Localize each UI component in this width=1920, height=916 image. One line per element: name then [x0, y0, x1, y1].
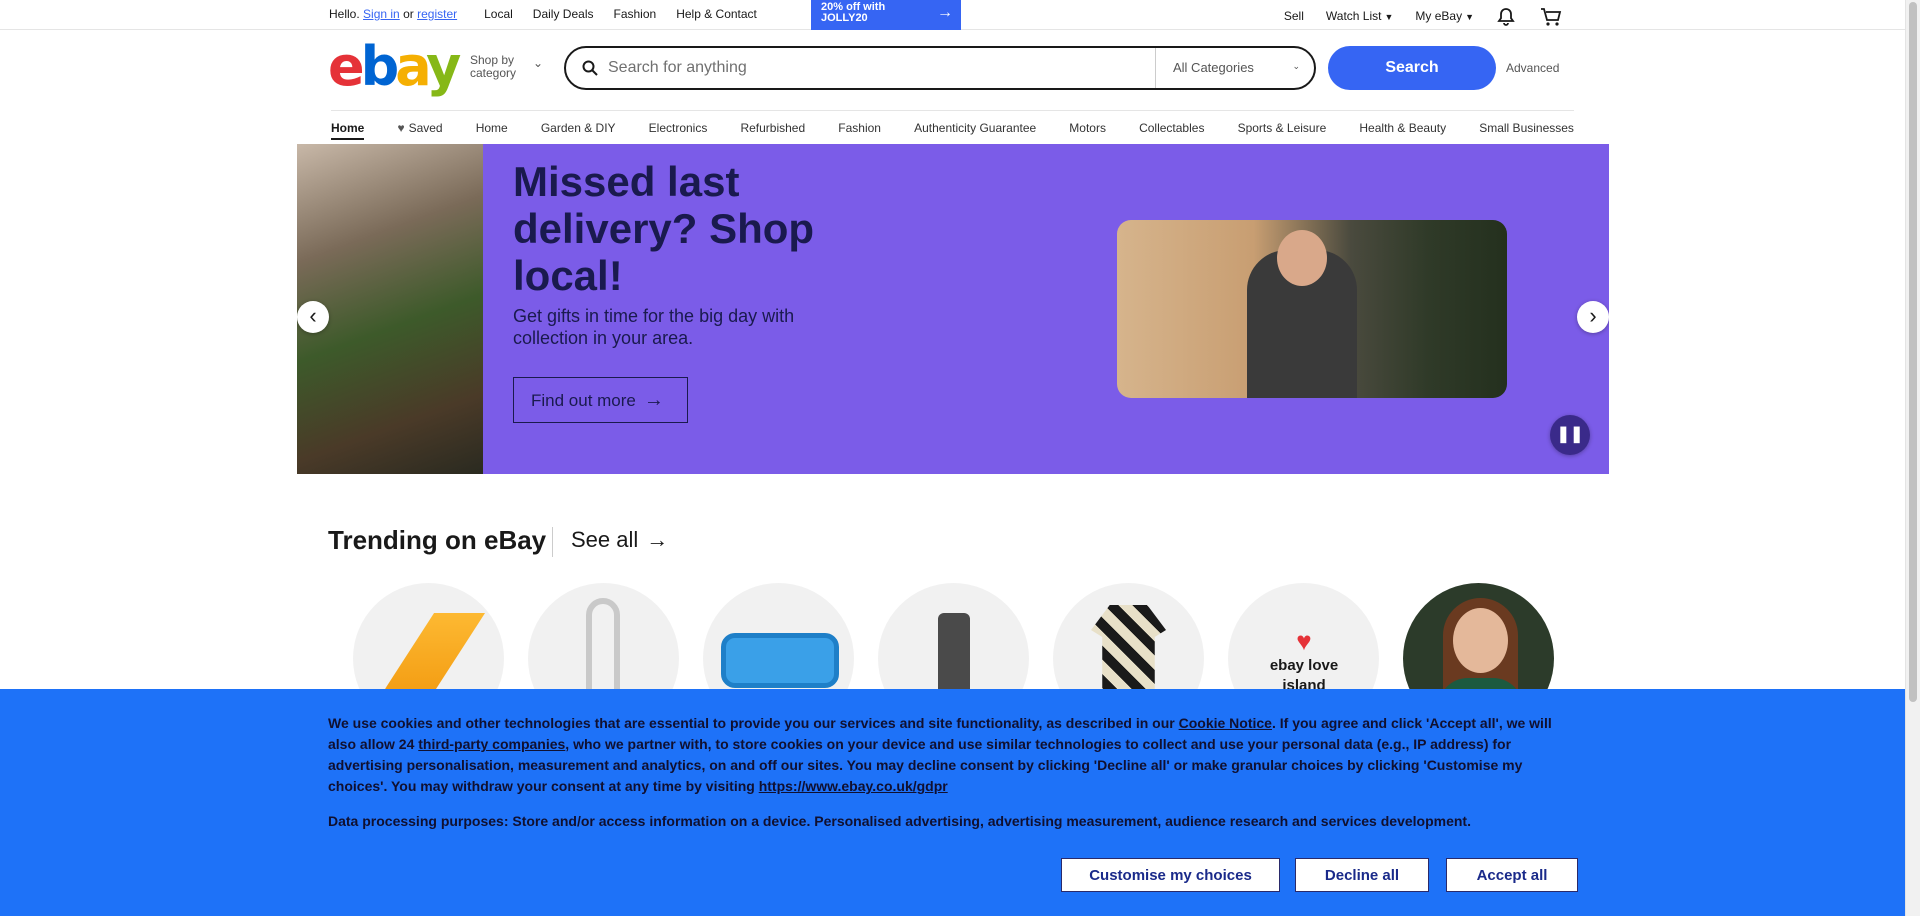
- search-input[interactable]: [608, 59, 1148, 77]
- heart-icon: ♥: [1296, 626, 1312, 656]
- nav-item-fashion[interactable]: Fashion: [838, 121, 881, 135]
- my-ebay-menu[interactable]: My eBay ▼: [1415, 9, 1474, 23]
- nav-item-small-businesses[interactable]: Small Businesses: [1479, 121, 1574, 135]
- nav-item-saved[interactable]: ♥ Saved: [397, 121, 442, 135]
- chevron-left-icon: ‹: [309, 303, 317, 328]
- watch-list-menu[interactable]: Watch List ▼: [1326, 9, 1394, 23]
- shop-by-category-button[interactable]: Shop by category ⌄: [470, 54, 543, 80]
- cookie-consent-banner: We use cookies and other technologies th…: [0, 689, 1905, 916]
- face-shape: [1453, 608, 1508, 673]
- data-processing-purposes: Data processing purposes: Store and/or a…: [328, 813, 1471, 829]
- search-bar: All Categories ⌄: [564, 46, 1316, 90]
- sign-in-link[interactable]: Sign in: [363, 7, 400, 21]
- gdpr-link[interactable]: https://www.ebay.co.uk/gdpr: [759, 778, 948, 794]
- nav-item-home-active[interactable]: Home: [331, 121, 365, 140]
- find-out-more-button[interactable]: Find out more →: [513, 377, 688, 423]
- top-utility-bar: Hello. Sign in or register Local Daily D…: [0, 0, 1905, 30]
- nav-item-refurbished[interactable]: Refurbished: [740, 121, 805, 135]
- daily-deals-link[interactable]: Daily Deals: [533, 7, 594, 21]
- topbar-right: Sell Watch List ▼ My eBay ▼: [1284, 7, 1562, 26]
- cart-icon[interactable]: [1540, 7, 1562, 26]
- chevron-down-icon: ⌄: [1292, 61, 1300, 71]
- search-icon: [582, 60, 598, 76]
- nav-item-home[interactable]: Home: [476, 121, 508, 135]
- decline-all-button[interactable]: Decline all: [1295, 858, 1429, 892]
- pause-icon: ❚❚: [1556, 426, 1584, 443]
- local-link[interactable]: Local: [484, 7, 513, 21]
- register-link[interactable]: register: [417, 7, 457, 21]
- third-party-companies-link[interactable]: third-party companies: [418, 736, 565, 752]
- trending-title: Trending on eBay: [328, 525, 547, 555]
- carousel-next-button[interactable]: ›: [1577, 301, 1609, 333]
- promo-banner[interactable]: 20% off with JOLLY20 →: [811, 0, 961, 30]
- nav-item-authenticity-guarantee[interactable]: Authenticity Guarantee: [914, 121, 1036, 135]
- nav-item-sports-leisure[interactable]: Sports & Leisure: [1238, 121, 1327, 135]
- nav-item-electronics[interactable]: Electronics: [649, 121, 708, 135]
- sell-link[interactable]: Sell: [1284, 9, 1304, 23]
- accept-all-button[interactable]: Accept all: [1446, 858, 1578, 892]
- topbar-left: Hello. Sign in or register Local Daily D…: [329, 7, 757, 21]
- see-all-link[interactable]: See all →: [552, 527, 668, 557]
- arrow-right-icon: →: [937, 4, 953, 21]
- customise-choices-button[interactable]: Customise my choices: [1061, 858, 1280, 892]
- advanced-search-link[interactable]: Advanced: [1506, 61, 1559, 75]
- cookie-text: We use cookies and other technologies th…: [328, 715, 1552, 794]
- love-island-logo: ♥ ebay love island: [1269, 626, 1339, 694]
- scrollbar-thumb[interactable]: [1909, 2, 1917, 702]
- chevron-down-icon: ▼: [1465, 12, 1474, 22]
- greeting: Hello. Sign in or register: [329, 7, 458, 21]
- chevron-down-icon: ⌄: [533, 56, 544, 70]
- hero-photo-woman-phone: [1117, 220, 1507, 398]
- hero-subtitle: Get gifts in time for the big day with c…: [513, 306, 795, 348]
- heart-icon: ♥: [397, 120, 405, 135]
- fashion-link[interactable]: Fashion: [613, 7, 656, 21]
- pool-image: [721, 633, 839, 688]
- arrow-right-icon: →: [646, 527, 669, 552]
- nav-item-garden-diy[interactable]: Garden & DIY: [541, 121, 616, 135]
- scrollbar[interactable]: [1905, 0, 1920, 916]
- topbar-nav: Local Daily Deals Fashion Help & Contact: [484, 7, 757, 21]
- carousel-prev-button[interactable]: ‹: [297, 301, 329, 333]
- chevron-down-icon: ▼: [1384, 12, 1394, 22]
- nav-item-motors[interactable]: Motors: [1069, 121, 1106, 135]
- chevron-right-icon: ›: [1589, 303, 1597, 328]
- hero-carousel: Missed last delivery? Shop local! Get gi…: [297, 144, 1609, 474]
- arrow-right-icon: →: [643, 389, 664, 411]
- category-nav: Home ♥ Saved Home Garden & DIY Electronic…: [331, 110, 1574, 144]
- ebay-logo[interactable]: ebay: [328, 40, 461, 94]
- help-contact-link[interactable]: Help & Contact: [676, 7, 757, 21]
- carousel-pause-button[interactable]: ❚❚: [1550, 415, 1590, 455]
- category-select[interactable]: All Categories ⌄: [1155, 48, 1314, 88]
- cookie-notice-link[interactable]: Cookie Notice: [1179, 715, 1272, 731]
- notification-bell-icon[interactable]: [1496, 7, 1518, 26]
- search-button[interactable]: Search: [1328, 46, 1496, 90]
- nav-item-collectables[interactable]: Collectables: [1139, 121, 1204, 135]
- person-head-shape: [1277, 230, 1327, 286]
- hero-headline: Missed last delivery? Shop local!: [513, 158, 815, 299]
- header: ebay Shop by category ⌄ All Categories ⌄…: [0, 30, 1905, 110]
- nav-item-health-beauty[interactable]: Health & Beauty: [1359, 121, 1446, 135]
